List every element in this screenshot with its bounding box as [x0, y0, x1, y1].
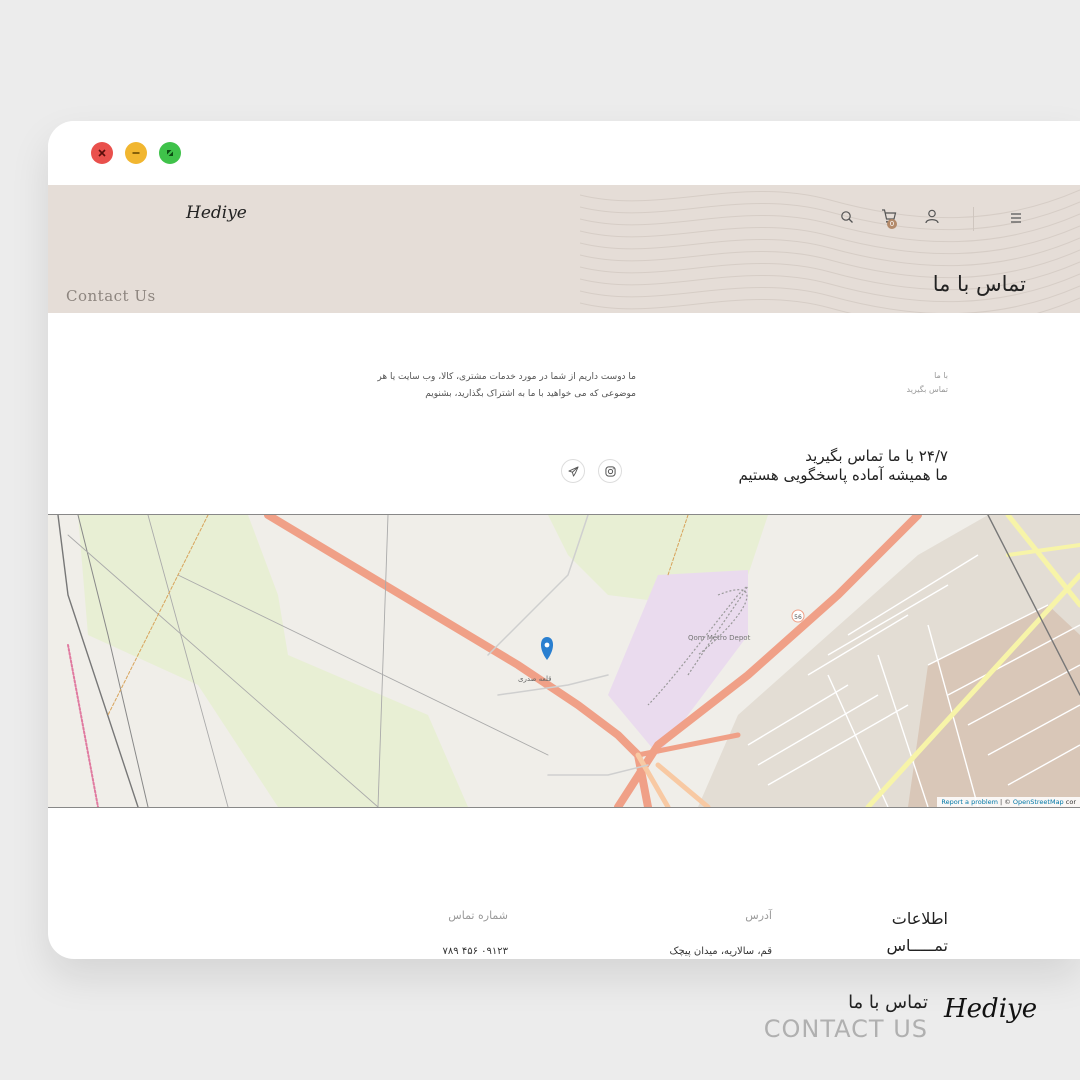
- close-button[interactable]: [91, 142, 113, 164]
- cart-button[interactable]: 0: [878, 207, 900, 229]
- breadcrumb-line-1: با ما: [934, 371, 948, 380]
- openstreetmap-link[interactable]: OpenStreetMap: [1013, 798, 1064, 806]
- close-icon: [97, 148, 107, 158]
- user-icon: [924, 208, 940, 228]
- breadcrumb-line-2: تماس بگیرید: [906, 385, 949, 394]
- minimize-icon: [131, 148, 141, 158]
- site-logo[interactable]: Hediye: [186, 203, 247, 223]
- caption-english: CONTACT US: [763, 1015, 928, 1043]
- menu-button[interactable]: [1005, 207, 1027, 229]
- cart-count-badge: 0: [887, 219, 897, 229]
- instagram-button[interactable]: [598, 459, 622, 483]
- header-divider: [973, 207, 974, 231]
- contact-info-title-line-2: تمـــــاس: [886, 936, 948, 955]
- title-bar: [48, 121, 1080, 185]
- village-label: قلعه صدری: [518, 675, 552, 683]
- address-value: قم، سالاریه، میدان پیچک: [669, 946, 772, 957]
- attribution-separator: | ©: [997, 798, 1013, 806]
- brand-signature: Hediye: [944, 994, 1038, 1024]
- account-button[interactable]: [921, 207, 943, 229]
- site-header: Hediye 0 تماس با ما Contact Us: [48, 185, 1080, 313]
- address-label: آدرس: [745, 909, 772, 922]
- metro-label: Qom Metro Depot: [688, 634, 751, 642]
- road-number: 56: [794, 614, 802, 621]
- location-map[interactable]: 56 Qom Metro Depot قلعه صدری Report a pr…: [48, 514, 1080, 808]
- contact-heading-line-2: ما همیشه آماده پاسخگویی هستیم: [738, 466, 948, 484]
- contact-info-title-line-1: اطلاعات: [891, 909, 948, 928]
- page-title-english: Contact Us: [66, 287, 156, 305]
- instagram-icon: [604, 462, 616, 481]
- intro-text: ما دوست داریم از شما در مورد خدمات مشتری…: [377, 372, 636, 399]
- phone-label: شماره تماس: [448, 909, 508, 922]
- page-title: تماس با ما: [932, 272, 1026, 296]
- report-problem-link[interactable]: Report a problem: [941, 798, 998, 806]
- contact-heading: ۲۴/۷ با ما تماس بگیرید ما همیشه آماده پا…: [738, 447, 948, 485]
- map-attribution: Report a problem | © OpenStreetMap cor: [937, 797, 1080, 807]
- maximize-icon: [165, 148, 175, 158]
- browser-window: Hediye 0 تماس با ما Contact Us با ما تما…: [48, 121, 1080, 959]
- telegram-icon: [567, 462, 579, 481]
- search-button[interactable]: [836, 207, 858, 229]
- caption-persian: تماس با ما: [848, 992, 928, 1013]
- minimize-button[interactable]: [125, 142, 147, 164]
- telegram-button[interactable]: [561, 459, 585, 483]
- maximize-button[interactable]: [159, 142, 181, 164]
- menu-icon: [1009, 209, 1023, 228]
- phone-value[interactable]: ۰۹۱۲۳ ۴۵۶ ۷۸۹: [443, 946, 508, 957]
- contact-heading-line-1: ۲۴/۷ با ما تماس بگیرید: [805, 447, 948, 465]
- map-canvas: 56 Qom Metro Depot قلعه صدری: [48, 515, 1080, 807]
- attribution-tail: cor: [1063, 798, 1076, 806]
- search-icon: [840, 209, 854, 228]
- contact-info-title: اطلاعات تمـــــاس: [886, 905, 948, 959]
